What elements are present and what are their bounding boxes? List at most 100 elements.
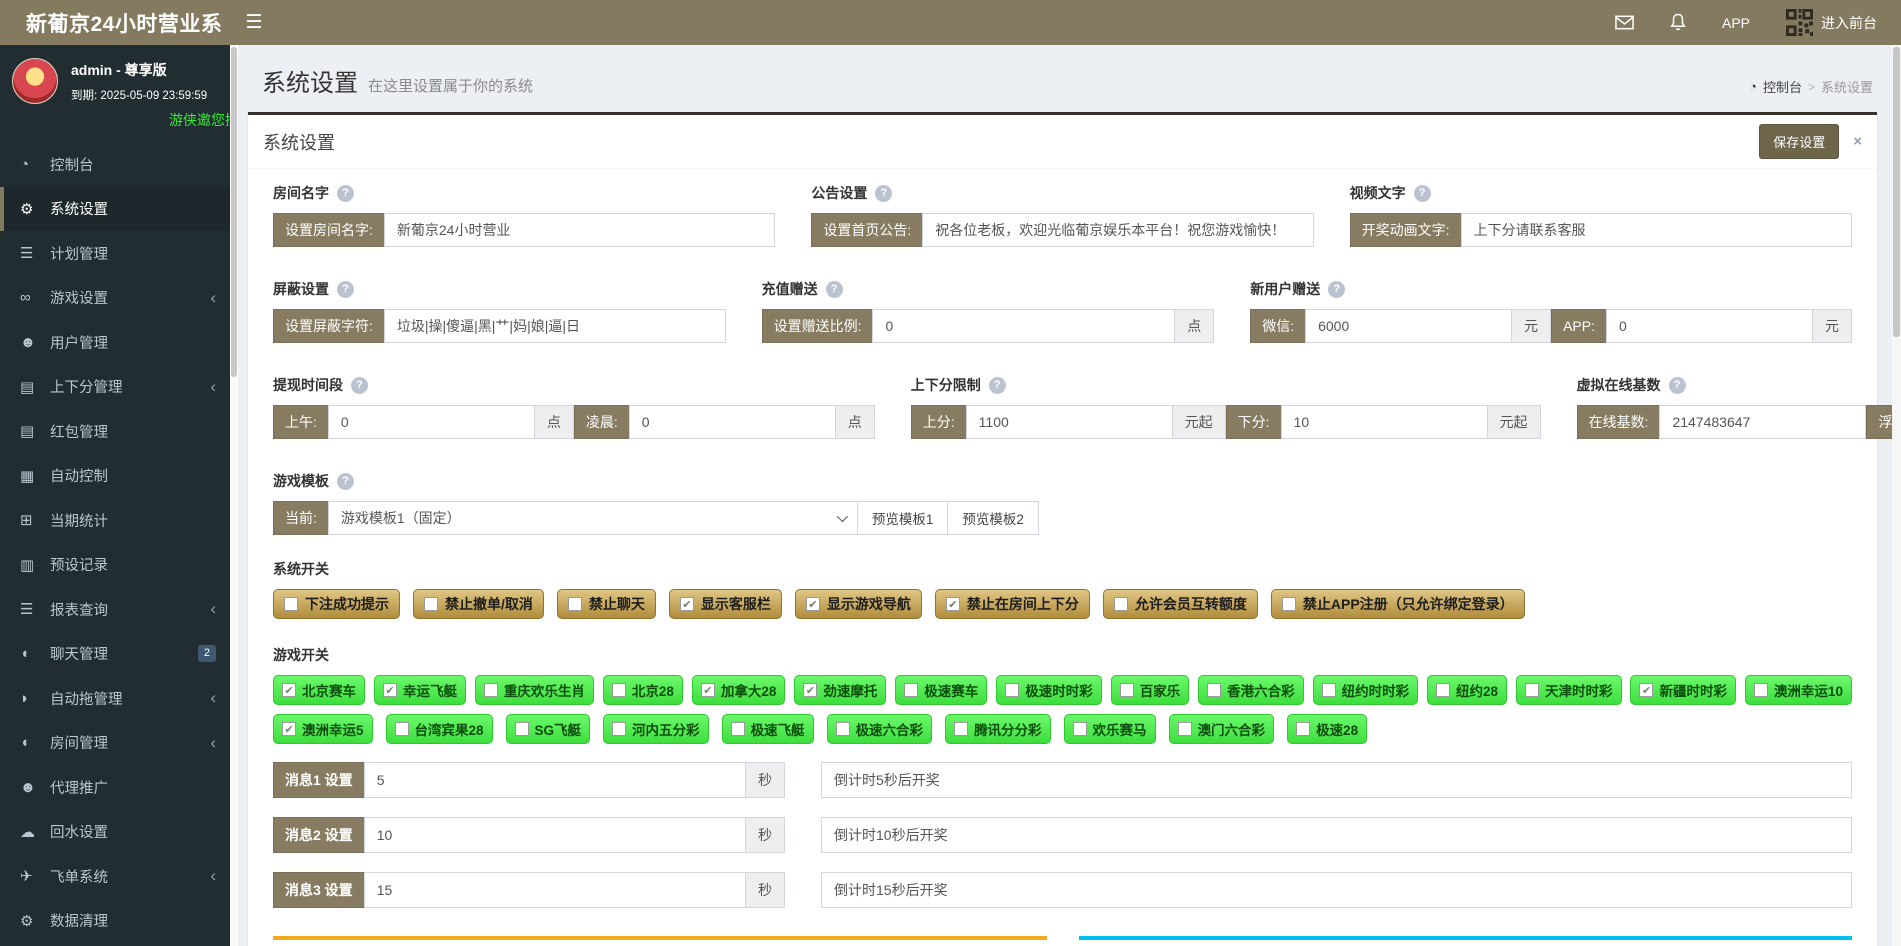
game-switch[interactable]: 极速六合彩 xyxy=(826,714,933,744)
sidebar-item-dashboard[interactable]: ◔ 控制台 xyxy=(0,142,230,187)
checkbox-checked[interactable] xyxy=(282,683,296,697)
game-switch[interactable]: 幸运飞艇 xyxy=(373,675,466,705)
wechat-bonus-input[interactable] xyxy=(1305,309,1513,343)
checkbox[interactable] xyxy=(835,722,850,736)
checkbox[interactable] xyxy=(611,683,626,697)
sidebar-item-fly-order-system[interactable]: ✈ 飞单系统 ‹ xyxy=(0,854,230,899)
checkbox[interactable] xyxy=(904,683,919,697)
checkbox[interactable] xyxy=(1525,683,1540,697)
checkbox-checked[interactable] xyxy=(945,597,960,611)
sidebar-item-room-management[interactable]: ◖ 房间管理 ‹ xyxy=(0,721,230,766)
up-limit-input[interactable] xyxy=(965,405,1173,439)
checkbox[interactable] xyxy=(567,597,582,611)
game-switch[interactable]: 澳门六合彩 xyxy=(1168,714,1275,744)
sidebar-item-game-settings[interactable]: ∞ 游戏设置 ‹ xyxy=(0,276,230,321)
preview-template2-button[interactable]: 预览模板2 xyxy=(947,501,1039,535)
am-input[interactable] xyxy=(327,405,535,439)
sidebar-toggle-icon[interactable]: ☰ xyxy=(230,11,278,34)
game-switch[interactable]: 澳洲幸运5 xyxy=(273,714,373,744)
checkbox[interactable] xyxy=(1119,683,1134,697)
help-icon[interactable]: ? xyxy=(351,376,368,394)
checkbox[interactable] xyxy=(1005,683,1020,697)
system-switch[interactable]: 允许会员互转额度 xyxy=(1102,589,1258,619)
messages-icon[interactable] xyxy=(1615,15,1634,30)
checkbox[interactable] xyxy=(424,597,438,611)
sidebar-item-user-management[interactable]: ☻ 用户管理 xyxy=(0,320,230,365)
system-switch[interactable]: 显示游戏导航 xyxy=(794,589,922,619)
game-switch[interactable]: 台湾宾果28 xyxy=(385,714,493,744)
game-switch[interactable]: 纽约28 xyxy=(1427,675,1508,705)
help-icon[interactable]: ? xyxy=(825,280,843,298)
checkbox-checked[interactable] xyxy=(803,683,818,697)
online-base-input[interactable] xyxy=(1659,405,1867,439)
game-switch[interactable]: 极速28 xyxy=(1287,714,1368,744)
app-link[interactable]: APP xyxy=(1722,15,1750,31)
game-switch[interactable]: 河内五分彩 xyxy=(603,714,709,744)
help-icon[interactable]: ? xyxy=(988,376,1006,394)
sidebar-scrollbar-thumb[interactable] xyxy=(231,47,237,377)
checkbox[interactable] xyxy=(1753,683,1768,697)
checkbox[interactable] xyxy=(1072,722,1087,736)
help-icon[interactable]: ? xyxy=(1668,376,1686,394)
checkbox[interactable] xyxy=(730,722,745,736)
sidebar-item-system-settings[interactable]: ⚙ 系统设置 xyxy=(0,186,230,231)
game-switch[interactable]: 新疆时时彩 xyxy=(1630,675,1736,705)
message2-text-input[interactable]: 倒计时10秒后开奖 xyxy=(821,817,1852,853)
sidebar-item-chat-management[interactable]: ◖ 聊天管理 2 xyxy=(0,632,230,677)
night-input[interactable] xyxy=(628,405,836,439)
help-icon[interactable]: ? xyxy=(337,184,354,202)
checkbox-checked[interactable] xyxy=(382,683,397,697)
close-icon[interactable]: × xyxy=(1853,133,1862,150)
template-select[interactable]: 游戏模板1（固定） xyxy=(327,501,858,535)
game-switch[interactable]: 腾讯分分彩 xyxy=(945,714,1051,744)
game-switch[interactable]: 北京赛车 xyxy=(273,675,365,705)
checkbox[interactable] xyxy=(1321,683,1336,697)
game-switch[interactable]: 加拿大28 xyxy=(691,675,786,705)
sidebar-item-report-query[interactable]: ☰ 报表查询 ‹ xyxy=(0,587,230,632)
checkbox[interactable] xyxy=(1113,597,1128,611)
checkbox-checked[interactable] xyxy=(679,597,694,611)
checkbox[interactable] xyxy=(954,722,969,736)
help-icon[interactable]: ? xyxy=(337,280,354,298)
frontend-link[interactable]: 进入前台 xyxy=(1786,9,1877,36)
help-icon[interactable]: ? xyxy=(875,184,893,202)
notifications-icon[interactable] xyxy=(1670,13,1686,32)
system-switch[interactable]: 禁止聊天 xyxy=(556,589,656,619)
checkbox-checked[interactable] xyxy=(700,683,715,697)
block-chars-input[interactable] xyxy=(383,309,726,343)
breadcrumb-home[interactable]: 控制台 xyxy=(1763,77,1802,96)
checkbox[interactable] xyxy=(1281,597,1296,611)
system-switch[interactable]: 禁止撤单/取消 xyxy=(413,589,544,619)
notice-input[interactable] xyxy=(922,213,1314,247)
sidebar-item-auto-bot-management[interactable]: ◗ 自动拖管理 ‹ xyxy=(0,676,230,721)
checkbox-checked[interactable] xyxy=(805,597,820,611)
down-limit-input[interactable] xyxy=(1280,405,1488,439)
system-switch[interactable]: 下注成功提示 xyxy=(273,589,400,619)
game-switch[interactable]: 澳洲幸运10 xyxy=(1744,675,1852,705)
message1-text-input[interactable]: 倒计时5秒后开奖 xyxy=(821,762,1852,798)
message2-seconds-input[interactable] xyxy=(363,817,746,853)
system-switch[interactable]: 禁止APP注册（只允许绑定登录） xyxy=(1270,589,1525,619)
avatar[interactable] xyxy=(12,58,58,104)
main-scrollbar-thumb[interactable] xyxy=(1893,47,1900,337)
game-switch[interactable]: 纽约时时彩 xyxy=(1312,675,1419,705)
checkbox-checked[interactable] xyxy=(282,722,296,736)
sidebar-item-updown-management[interactable]: ▤ 上下分管理 ‹ xyxy=(0,365,230,410)
checkbox[interactable] xyxy=(394,722,409,736)
sidebar-item-agent-promotion[interactable]: ☻ 代理推广 xyxy=(0,765,230,810)
message3-seconds-input[interactable] xyxy=(363,872,746,908)
checkbox[interactable] xyxy=(1177,722,1192,736)
game-switch[interactable]: 百家乐 xyxy=(1110,675,1190,705)
sidebar-item-preset-records[interactable]: ▥ 预设记录 xyxy=(0,543,230,588)
save-settings-button[interactable]: 保存设置 xyxy=(1759,124,1840,159)
sidebar-scrollbar[interactable] xyxy=(230,45,238,946)
recharge-bonus-input[interactable] xyxy=(872,309,1176,343)
checkbox[interactable] xyxy=(1436,683,1451,697)
system-switch[interactable]: 禁止在房间上下分 xyxy=(934,589,1090,619)
checkbox[interactable] xyxy=(284,597,298,611)
main-scrollbar[interactable] xyxy=(1892,45,1901,946)
checkbox[interactable] xyxy=(483,683,498,697)
sidebar-item-redpacket-management[interactable]: ▤ 红包管理 xyxy=(0,409,230,454)
help-icon[interactable]: ? xyxy=(1328,280,1346,298)
game-switch[interactable]: 极速飞艇 xyxy=(721,714,814,744)
